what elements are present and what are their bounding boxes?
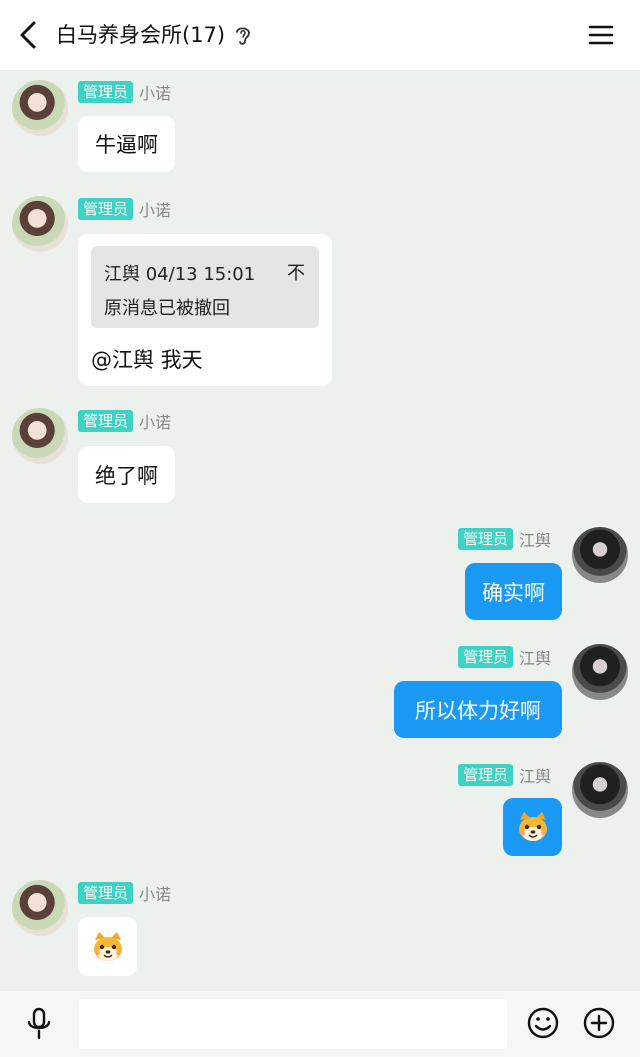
menu-button[interactable]	[586, 20, 616, 50]
smiley-icon	[527, 1007, 559, 1039]
avatar[interactable]	[572, 527, 628, 583]
sender-nickname: 小诺	[139, 885, 172, 904]
avatar[interactable]	[572, 644, 628, 700]
sender-nickname: 小诺	[139, 413, 172, 432]
message-meta: 管理员 小诺	[78, 881, 171, 905]
dog-face-emoji	[93, 931, 122, 961]
message-meta: 管理员 小诺	[78, 409, 171, 433]
chevron-left-icon	[20, 21, 36, 49]
message-text: 确实啊	[482, 580, 545, 605]
emoji-button[interactable]	[527, 1007, 559, 1039]
dog-face-emoji	[518, 812, 547, 841]
sender-nickname: 江舆	[519, 649, 552, 668]
quote-author-time: 江舆 04/13 15:01	[104, 264, 256, 285]
message-meta: 管理员 江舆	[458, 645, 551, 669]
back-button[interactable]	[14, 18, 42, 52]
avatar[interactable]	[12, 196, 68, 252]
my-message-bubble[interactable]: 确实啊	[465, 563, 562, 620]
sender-nickname: 小诺	[139, 201, 172, 220]
admin-badge: 管理员	[458, 528, 514, 550]
avatar[interactable]	[12, 408, 68, 464]
avatar[interactable]	[12, 80, 68, 136]
sender-nickname: 江舆	[519, 767, 552, 786]
sender-nickname: 江舆	[519, 531, 552, 550]
message-text: 所以体力好啊	[415, 698, 541, 723]
voice-button[interactable]	[24, 1007, 54, 1041]
admin-badge: 管理员	[458, 764, 514, 786]
message-input[interactable]	[79, 999, 507, 1049]
hamburger-menu-icon	[588, 25, 614, 45]
message-meta: 管理员 江舆	[458, 763, 551, 787]
message-meta: 管理员 江舆	[458, 527, 551, 551]
my-message-bubble[interactable]: 所以体力好啊	[394, 681, 562, 738]
my-sticker-bubble[interactable]	[503, 798, 562, 856]
reply-message-bubble[interactable]: 江舆 04/13 15:01 不 原消息已被撤回 @江舆 我天	[78, 234, 332, 386]
quote-body: 原消息已被撤回	[104, 298, 230, 319]
message-bubble[interactable]: 绝了啊	[78, 446, 175, 503]
avatar[interactable]	[572, 762, 628, 818]
ear-icon	[236, 27, 250, 45]
quoted-message[interactable]: 江舆 04/13 15:01 不 原消息已被撤回	[91, 246, 319, 328]
admin-badge: 管理员	[78, 198, 134, 220]
message-input-bar	[0, 991, 640, 1057]
avatar[interactable]	[12, 880, 68, 936]
message-text: 牛逼啊	[95, 133, 158, 157]
chat-header: 白马养身会所(17)	[0, 0, 640, 70]
message-bubble[interactable]: 牛逼啊	[78, 116, 175, 172]
message-meta: 管理员 小诺	[78, 80, 171, 104]
admin-badge: 管理员	[458, 646, 514, 668]
admin-badge: 管理员	[78, 410, 134, 432]
sender-nickname: 小诺	[139, 84, 172, 103]
chat-title: 白马养身会所(17)	[56, 23, 226, 47]
quote-close-glyph: 不	[287, 263, 305, 284]
message-text: 绝了啊	[95, 463, 158, 488]
admin-badge: 管理员	[78, 882, 134, 904]
sticker-bubble[interactable]	[78, 917, 137, 976]
chat-message-list[interactable]: 管理员 小诺 牛逼啊 管理员 小诺 江舆 04/13 15:01 不 原消息已被…	[0, 70, 640, 991]
plus-circle-icon	[583, 1007, 615, 1039]
message-text: @江舆 我天	[91, 348, 203, 372]
more-button[interactable]	[583, 1007, 615, 1039]
admin-badge: 管理员	[78, 81, 134, 103]
message-meta: 管理员 小诺	[78, 197, 171, 221]
microphone-icon	[27, 1007, 51, 1040]
